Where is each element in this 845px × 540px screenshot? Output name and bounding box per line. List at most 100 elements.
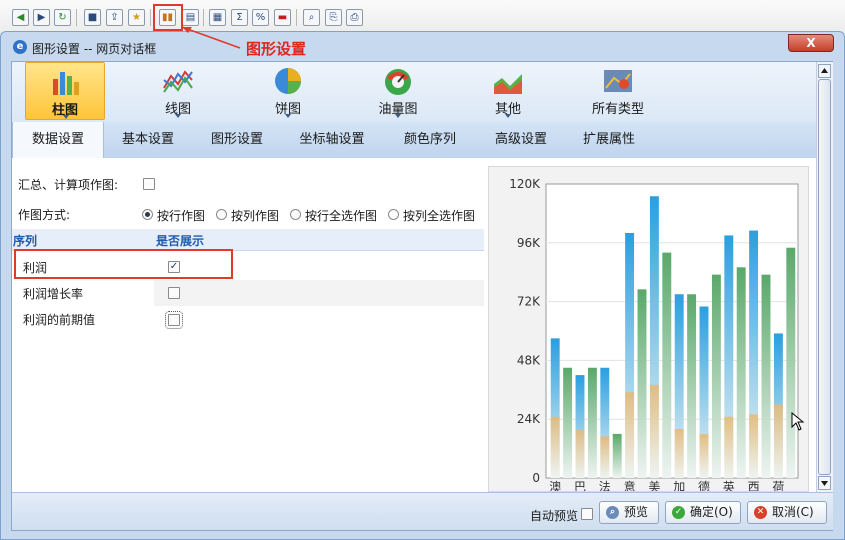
- x-tick-label: 荷: [772, 480, 784, 491]
- chart-type-other[interactable]: 其他: [468, 62, 548, 120]
- bar: [662, 252, 672, 478]
- chart-preview: 120K 96K 72K 48K 24K 0澳 巴 法 意 美 加 德 英 西 荷: [509, 177, 799, 491]
- tab-data-settings[interactable]: 数据设置: [12, 122, 104, 158]
- tab-advanced-settings[interactable]: 高级设置: [478, 122, 564, 158]
- refresh-icon[interactable]: ↻: [54, 9, 71, 26]
- bar: [724, 416, 734, 478]
- auto-preview-checkbox[interactable]: [581, 508, 593, 520]
- check-icon: ✓: [672, 506, 685, 519]
- chart-type-gauge[interactable]: 油量图: [358, 62, 438, 120]
- y-tick-label: 0: [532, 471, 540, 485]
- bar: [587, 367, 597, 478]
- bar: [563, 367, 573, 478]
- chevron-down-icon: [821, 481, 828, 486]
- scrollbar-thumb[interactable]: [818, 79, 831, 475]
- chevron-down-icon[interactable]: [175, 114, 181, 118]
- chart-type-bar[interactable]: 柱图: [25, 62, 105, 120]
- tab-color-sequence[interactable]: 颜色序列: [382, 122, 478, 158]
- summary-label: 汇总、计算项作图:: [18, 178, 119, 192]
- bar: [674, 429, 684, 478]
- bar: [773, 404, 783, 478]
- mode-radio-by-row[interactable]: [142, 209, 153, 220]
- close-button[interactable]: X: [788, 34, 834, 52]
- chart-type-pie[interactable]: 饼图: [248, 62, 328, 120]
- x-tick-label: 澳: [549, 480, 561, 491]
- chevron-up-icon: [821, 68, 828, 73]
- scroll-up-button[interactable]: [818, 64, 831, 78]
- ok-button[interactable]: ✓ 确定(O): [665, 501, 741, 524]
- auto-preview-label: 自动预览: [530, 509, 579, 523]
- column-header-series: 序列: [13, 234, 38, 248]
- export-icon[interactable]: ⇪: [106, 9, 123, 26]
- bar: [761, 274, 771, 478]
- chart-type-all[interactable]: 所有类型: [578, 62, 658, 120]
- mode-option-label: 按列全选作图: [403, 209, 476, 223]
- forward-icon[interactable]: ▶: [33, 9, 50, 26]
- series-name: 利润增长率: [23, 287, 84, 301]
- bar: [575, 429, 585, 478]
- cancel-button[interactable]: ✕ 取消(C): [747, 501, 827, 524]
- pie-chart-icon: [275, 68, 301, 94]
- tab-basic-settings[interactable]: 基本设置: [104, 122, 192, 158]
- x-tick-label: 西: [748, 480, 760, 491]
- bar: [637, 289, 647, 478]
- mouse-cursor-icon: [791, 412, 805, 431]
- x-tick-label: 加: [673, 480, 685, 491]
- mode-radio-by-column[interactable]: [216, 209, 227, 220]
- series-visible-checkbox[interactable]: [168, 287, 180, 299]
- bar: [711, 274, 721, 478]
- preview-button[interactable]: ⌕ 预览: [599, 501, 659, 524]
- y-tick-label: 120K: [509, 177, 541, 191]
- app-toolbar: ◀ ▶ ↻ ■ ⇪ ★ ▮▮ ▤ ▦ Σ % ▬ ⌕ ⎘ ⎙: [0, 0, 845, 34]
- bar: [736, 267, 746, 478]
- mode-label: 作图方式:: [18, 208, 71, 222]
- annotation-label: 图形设置: [246, 40, 307, 58]
- close-icon: ✕: [754, 506, 767, 519]
- bar: [687, 294, 697, 478]
- bar: [749, 414, 759, 478]
- chevron-down-icon[interactable]: [63, 115, 69, 119]
- mode-option-label: 按行作图: [157, 209, 206, 223]
- sum-icon[interactable]: Σ: [231, 9, 248, 26]
- back-icon[interactable]: ◀: [12, 9, 29, 26]
- y-tick-label: 72K: [517, 295, 541, 309]
- print2-icon[interactable]: ⎙: [346, 9, 363, 26]
- tab-extended-properties[interactable]: 扩展属性: [564, 122, 654, 158]
- save-icon[interactable]: ■: [84, 9, 101, 26]
- chart-type-label: 所有类型: [591, 102, 644, 117]
- mode-radio-by-row-all[interactable]: [290, 209, 301, 220]
- gauge-chart-icon: [385, 69, 411, 95]
- print-icon[interactable]: ▦: [209, 9, 226, 26]
- y-tick-label: 48K: [517, 353, 541, 367]
- chart-type-line[interactable]: 线图: [138, 62, 218, 120]
- x-tick-label: 意: [624, 479, 636, 491]
- search-icon: ⌕: [606, 506, 619, 519]
- search-icon[interactable]: ⌕: [303, 9, 320, 26]
- summary-checkbox[interactable]: [143, 178, 155, 190]
- chevron-down-icon[interactable]: [285, 114, 291, 118]
- mode-radio-by-column-all[interactable]: [388, 209, 399, 220]
- star-icon[interactable]: ★: [128, 9, 145, 26]
- window-title: 图形设置 -- 网页对话框: [32, 42, 157, 56]
- x-tick-label: 法: [599, 480, 611, 491]
- chevron-down-icon[interactable]: [505, 114, 511, 118]
- series-visible-checkbox[interactable]: [165, 311, 183, 329]
- format-icon[interactable]: %: [252, 9, 269, 26]
- annotation-highlight-box: [14, 249, 233, 279]
- scroll-down-button[interactable]: [818, 476, 831, 490]
- all-charts-icon: [604, 70, 632, 92]
- tab-axis-settings[interactable]: 坐标轴设置: [282, 122, 382, 158]
- bar: [600, 436, 610, 478]
- column-header-visible: 是否展示: [156, 234, 205, 248]
- chevron-down-icon[interactable]: [395, 114, 401, 118]
- x-tick-label: 英: [723, 480, 735, 491]
- bar: [699, 433, 709, 478]
- bar: [786, 247, 796, 478]
- copy-icon[interactable]: ⎘: [325, 9, 342, 26]
- x-tick-label: 巴: [574, 480, 586, 491]
- bar: [550, 416, 560, 478]
- x-tick-label: 德: [698, 479, 710, 491]
- window-icon[interactable]: ▤: [182, 9, 199, 26]
- edit-icon[interactable]: ▬: [274, 9, 291, 26]
- tab-chart-settings[interactable]: 图形设置: [192, 122, 282, 158]
